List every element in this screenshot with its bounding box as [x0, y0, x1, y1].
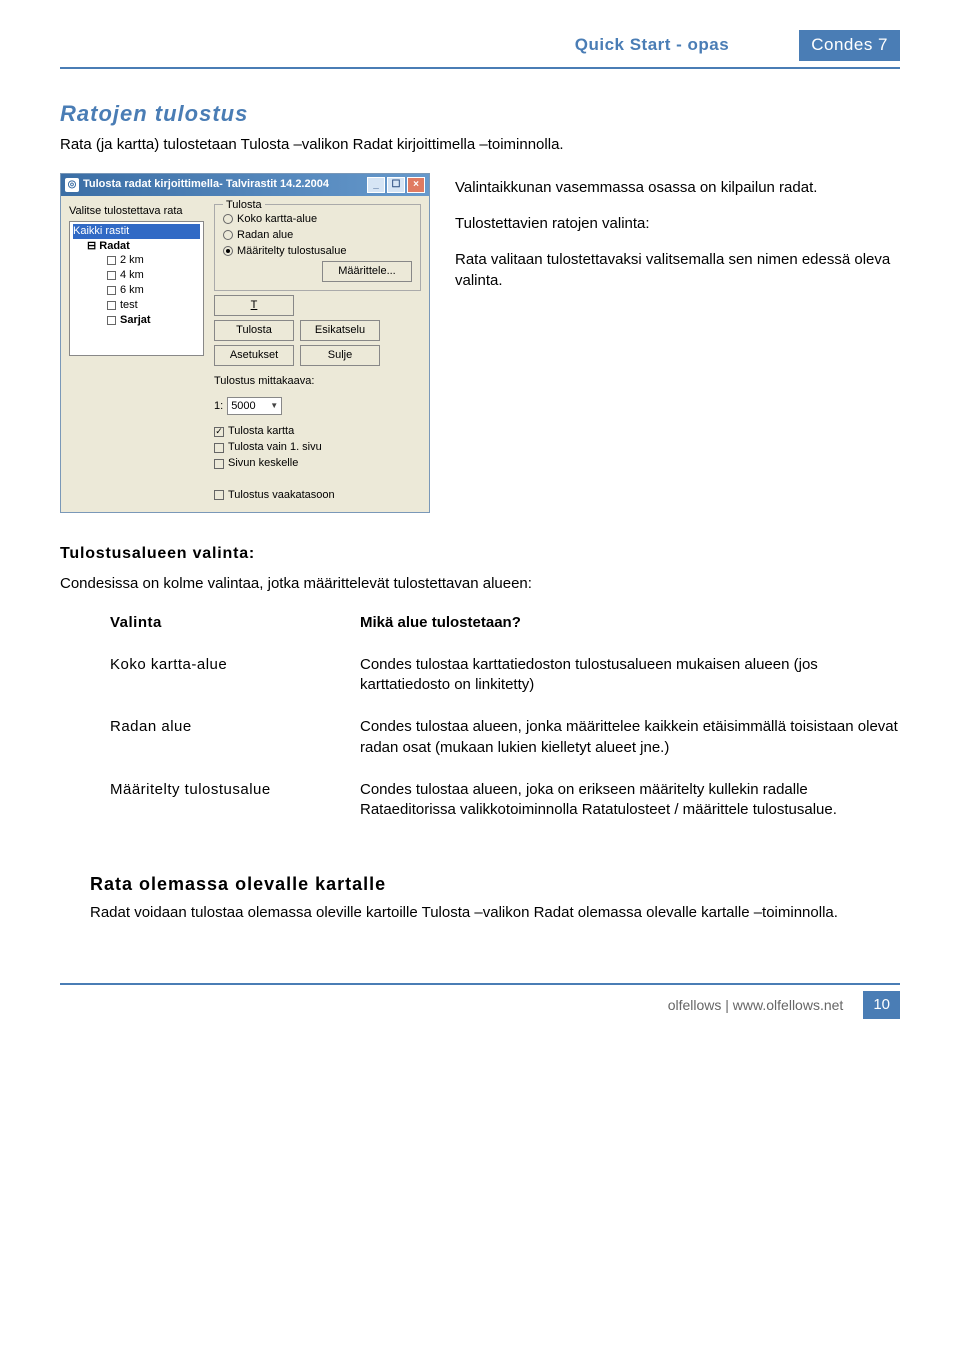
radio-icon[interactable] [223, 230, 233, 240]
checkbox-icon[interactable] [107, 316, 116, 325]
section3-heading: Rata olemassa olevalle kartalle [90, 872, 900, 896]
dialog-titlebar: ◎ Tulosta radat kirjoittimella- Talviras… [61, 174, 429, 196]
desc-cell: Condes tulostaa alueen, joka on erikseen… [360, 780, 900, 821]
desc-cell: Condes tulostaa alueen, jonka määrittele… [360, 717, 900, 758]
scale-label: Tulostus mittakaava: [214, 374, 421, 389]
chevron-down-icon: ▼ [270, 401, 278, 412]
close-dialog-button[interactable]: Sulje [300, 345, 380, 366]
define-button[interactable]: Määrittele... [322, 261, 412, 282]
radio-icon[interactable] [223, 246, 233, 256]
preview-button[interactable]: Esikatselu [300, 320, 380, 341]
scale-dropdown[interactable]: 5000 ▼ [227, 397, 282, 416]
tree-root[interactable]: Kaikki rastit [73, 224, 200, 239]
checkbox-icon[interactable] [214, 427, 224, 437]
paragraph: Valintaikkunan vasemmassa osassa on kilp… [455, 178, 900, 198]
checkbox-icon[interactable] [107, 286, 116, 295]
print-dialog: ◎ Tulosta radat kirjoittimella- Talviras… [60, 173, 430, 513]
page-footer: olfellows | www.olfellows.net 10 [60, 983, 900, 1019]
paragraph: Rata valitaan tulostettavaksi valitsemal… [455, 250, 900, 291]
check-landscape[interactable]: Tulostus vaakatasoon [214, 488, 421, 503]
header-title: Quick Start - opas [575, 34, 729, 57]
definition-table: Valinta Mikä alue tulostetaan? Koko kart… [110, 613, 900, 843]
fieldset-legend: Tulosta [223, 198, 265, 213]
app-icon: ◎ [65, 178, 79, 192]
dialog-title: Tulosta radat kirjoittimella- Talvirasti… [83, 177, 329, 192]
checkbox-icon[interactable] [214, 459, 224, 469]
checkbox-icon[interactable] [107, 256, 116, 265]
radio-option[interactable]: Koko kartta-alue [223, 212, 412, 227]
print-button[interactable]: T [214, 295, 294, 316]
tree-item[interactable]: 6 km [73, 283, 200, 298]
radio-option[interactable]: Määritelty tulostusalue [223, 244, 412, 259]
section2-heading: Tulostusalueen valinta: [60, 543, 900, 565]
close-button[interactable]: × [407, 177, 425, 193]
course-tree[interactable]: Kaikki rastit ⊟ Radat 2 km 4 km 6 km tes… [69, 221, 204, 356]
term-cell: Radan alue [110, 717, 360, 758]
print-area-fieldset: Tulosta Koko kartta-alue Radan alue Määr… [214, 204, 421, 291]
term-cell: Koko kartta-alue [110, 655, 360, 696]
page-header: Quick Start - opas Condes 7 [60, 30, 900, 69]
section2-lead: Condesissa on kolme valintaa, jotka määr… [60, 574, 900, 594]
paragraph: Tulostettavien ratojen valinta: [455, 214, 900, 234]
left-panel-label: Valitse tulostettava rata [69, 204, 204, 219]
print-button[interactable]: Tulosta [214, 320, 294, 341]
right-column-text: Valintaikkunan vasemmassa osassa on kilp… [455, 173, 900, 307]
tree-item[interactable]: test [73, 298, 200, 313]
desc-cell: Condes tulostaa karttatiedoston tulostus… [360, 655, 900, 696]
term-cell: Määritelty tulostusalue [110, 780, 360, 821]
check-option[interactable]: Tulosta vain 1. sivu [214, 440, 421, 455]
footer-credit: olfellows | www.olfellows.net [668, 996, 844, 1015]
maximize-button[interactable]: ☐ [387, 177, 405, 193]
section1-heading: Ratojen tulostus [60, 99, 900, 129]
check-option[interactable]: Sivun keskelle [214, 456, 421, 471]
header-product-badge: Condes 7 [799, 30, 900, 61]
tree-group[interactable]: ⊟ Radat [73, 239, 200, 254]
minimize-button[interactable]: _ [367, 177, 385, 193]
settings-button[interactable]: Asetukset [214, 345, 294, 366]
table-row: Koko kartta-alue Condes tulostaa karttat… [110, 655, 900, 696]
table-row: Radan alue Condes tulostaa alueen, jonka… [110, 717, 900, 758]
tree-item[interactable]: 4 km [73, 268, 200, 283]
check-option[interactable]: Tulosta kartta [214, 424, 421, 439]
radio-icon[interactable] [223, 214, 233, 224]
page-number: 10 [863, 991, 900, 1019]
checkbox-icon[interactable] [214, 490, 224, 500]
table-row: Määritelty tulostusalue Condes tulostaa … [110, 780, 900, 821]
table-header: Mikä alue tulostetaan? [360, 613, 900, 633]
section3-body: Radat voidaan tulostaa olemassa oleville… [90, 903, 900, 923]
checkbox-icon[interactable] [107, 301, 116, 310]
radio-option[interactable]: Radan alue [223, 228, 412, 243]
tree-item[interactable]: 2 km [73, 253, 200, 268]
table-header-row: Valinta Mikä alue tulostetaan? [110, 613, 900, 633]
checkbox-icon[interactable] [214, 443, 224, 453]
checkbox-icon[interactable] [107, 271, 116, 280]
table-header: Valinta [110, 613, 360, 633]
scale-prefix: 1: [214, 399, 223, 414]
tree-item[interactable]: Sarjat [73, 313, 200, 328]
section1-intro: Rata (ja kartta) tulostetaan Tulosta –va… [60, 135, 900, 155]
